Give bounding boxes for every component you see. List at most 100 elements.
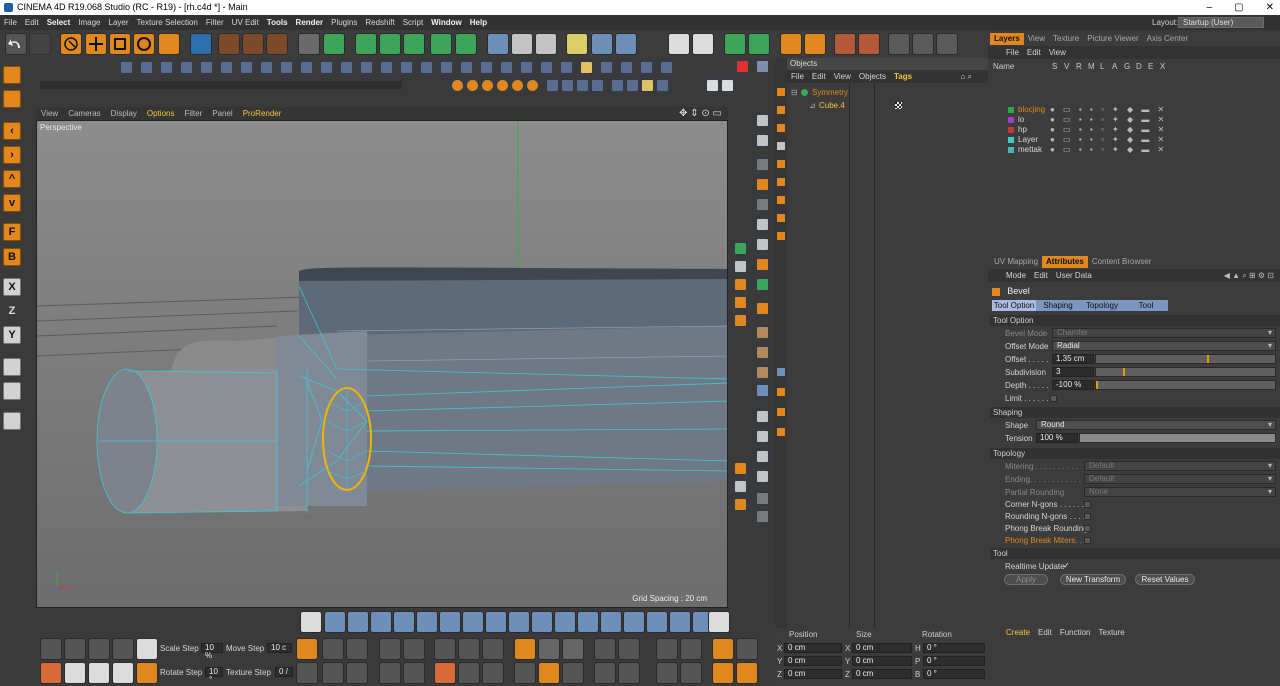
snap-tool-14-icon[interactable]	[656, 79, 669, 92]
side-letter-z[interactable]: Z	[3, 302, 21, 320]
capsule-icon[interactable]	[508, 611, 530, 633]
brush-tool-icon[interactable]	[656, 638, 678, 660]
minimize-button[interactable]: –	[1207, 0, 1213, 15]
texture-step-field[interactable]: 0 /	[275, 667, 293, 677]
edges-mode-icon[interactable]	[591, 33, 613, 55]
oil-tank-icon[interactable]	[531, 611, 553, 633]
cube-mode-icon[interactable]	[514, 638, 536, 660]
snap-grid-icon[interactable]	[64, 638, 86, 660]
snap-tool-7-icon[interactable]	[546, 79, 559, 92]
strip-icon-6[interactable]	[777, 178, 785, 186]
layer-color-swatch[interactable]	[1008, 127, 1014, 133]
side-tool-7-icon[interactable]	[734, 480, 747, 493]
uv-axis-3-icon[interactable]	[936, 33, 958, 55]
modeling-tool-19-icon[interactable]	[480, 61, 493, 74]
size-field[interactable]: 0 cm	[852, 656, 912, 666]
side-tool-1-icon[interactable]	[734, 242, 747, 255]
scale-step-field[interactable]: 10 %	[201, 643, 223, 660]
menu-help[interactable]: Help	[466, 15, 491, 30]
material-settings-icon[interactable]	[756, 60, 769, 73]
uv-tool-a-icon[interactable]	[434, 638, 456, 660]
align-tool-1-icon[interactable]	[296, 638, 318, 660]
cube-mode-4-icon[interactable]	[514, 662, 536, 684]
modeling-tool-16-icon[interactable]	[420, 61, 433, 74]
arrow-down-icon[interactable]: v	[3, 194, 21, 212]
undo-button[interactable]	[5, 33, 27, 55]
strip-icon-1[interactable]	[777, 88, 785, 96]
array-tool-3-icon[interactable]	[379, 662, 401, 684]
snap-tool-16-icon[interactable]	[721, 79, 734, 92]
xyz-icon[interactable]	[736, 638, 758, 660]
side-tool-2-icon[interactable]	[734, 260, 747, 273]
rounding-ngons-checkbox[interactable]	[1084, 513, 1091, 520]
align-tool-4-icon[interactable]	[346, 638, 368, 660]
offset-slider[interactable]	[1095, 354, 1276, 364]
snap-tool-2-icon[interactable]	[466, 79, 479, 92]
expand-icon[interactable]: ⊟	[791, 86, 798, 99]
texture-paint-icon[interactable]	[780, 33, 802, 55]
array-tool-2-icon[interactable]	[403, 638, 425, 660]
tex-tool-11-icon[interactable]	[756, 326, 769, 339]
phong-break-rounding-checkbox[interactable]	[1084, 525, 1091, 532]
tex-tool-14-icon[interactable]	[756, 384, 769, 397]
strip-icon-4[interactable]	[777, 142, 785, 150]
modeling-tool-5-icon[interactable]	[200, 61, 213, 74]
reset-values-button[interactable]: Reset Values	[1135, 574, 1195, 585]
modeling-tool-7-icon[interactable]	[240, 61, 253, 74]
menu-file[interactable]: File	[0, 15, 21, 30]
snap-tool-12-icon[interactable]	[626, 79, 639, 92]
snap-tool-10-icon[interactable]	[591, 79, 604, 92]
layer-menu-view[interactable]: View	[1045, 48, 1070, 57]
snap-circle-icon[interactable]	[40, 638, 62, 660]
layer-toggle-icons[interactable]: ● ▭ ▪ ▪ ▫ ✦ ◆ ▬ ✕	[1050, 115, 1167, 125]
rotate-tool-icon[interactable]	[133, 33, 155, 55]
modeling-tool-10-icon[interactable]	[300, 61, 313, 74]
subtab-tool-option[interactable]: Tool Option	[992, 300, 1036, 311]
obj-search-icon[interactable]: ⌂ ⌕	[960, 70, 972, 83]
menu-texture-selection[interactable]: Texture Selection	[133, 15, 202, 30]
move-step-field[interactable]: 10 c	[267, 643, 292, 653]
tab-texture[interactable]: Texture	[1049, 33, 1083, 45]
recycle-icon[interactable]	[736, 662, 758, 684]
cube-mode-6-icon[interactable]	[562, 662, 584, 684]
snap-tool-9-icon[interactable]	[576, 79, 589, 92]
modeling-tool-14-icon[interactable]	[380, 61, 393, 74]
layer-row[interactable]: Layer ● ▭ ▪ ▪ ▫ ✦ ◆ ▬ ✕	[988, 135, 1280, 145]
side-letter-f[interactable]: F	[3, 223, 21, 241]
realtime-update-checkbox[interactable]: ✓	[1063, 561, 1070, 570]
tex-tool-17-icon[interactable]	[756, 450, 769, 463]
uv-axis-1-icon[interactable]	[888, 33, 910, 55]
modeling-tool-22-icon[interactable]	[540, 61, 553, 74]
tab-view[interactable]: View	[1024, 33, 1049, 45]
light-icon[interactable]	[535, 33, 557, 55]
vp-menu-panel[interactable]: Panel	[207, 107, 237, 120]
strip-icon-13[interactable]	[777, 428, 785, 436]
strip-icon-11[interactable]	[777, 388, 785, 396]
move-tool-icon[interactable]	[85, 33, 107, 55]
recent-tool-icon[interactable]	[158, 33, 180, 55]
transform-tool-1-icon[interactable]	[594, 638, 616, 660]
size-field[interactable]: 0 cm	[852, 669, 912, 679]
model-mode-icon[interactable]	[3, 66, 21, 84]
menu-uv-edit[interactable]: UV Edit	[228, 15, 263, 30]
snap-tool-4-icon[interactable]	[496, 79, 509, 92]
floor-icon[interactable]	[487, 33, 509, 55]
rotation-field[interactable]: 0 °	[923, 656, 985, 666]
obj-menu-edit[interactable]: Edit	[808, 72, 830, 81]
no-snap-icon[interactable]	[136, 638, 158, 660]
phong-break-miters-checkbox[interactable]	[1084, 537, 1091, 544]
offset-mode-select[interactable]: Radial	[1052, 341, 1276, 351]
layer-color-swatch[interactable]	[1008, 137, 1014, 143]
tex-tool-4-icon[interactable]	[756, 178, 769, 191]
boole-icon[interactable]	[403, 33, 425, 55]
bevel-mode-select[interactable]: Chamfer	[1052, 328, 1276, 338]
shape-select[interactable]: Round	[1036, 420, 1276, 430]
menu-plugins[interactable]: Plugins	[327, 15, 361, 30]
tex-tool-3-icon[interactable]	[756, 158, 769, 171]
attr-menu-user-data[interactable]: User Data	[1052, 271, 1096, 280]
attr-menu-edit[interactable]: Edit	[1030, 271, 1052, 280]
layer-toggle-icons[interactable]: ● ▭ ▪ ▪ ▫ ✦ ◆ ▬ ✕	[1050, 125, 1167, 135]
side-letter-y[interactable]: Y	[3, 326, 21, 344]
array-icon[interactable]	[379, 33, 401, 55]
tension-slider[interactable]	[1079, 433, 1276, 443]
